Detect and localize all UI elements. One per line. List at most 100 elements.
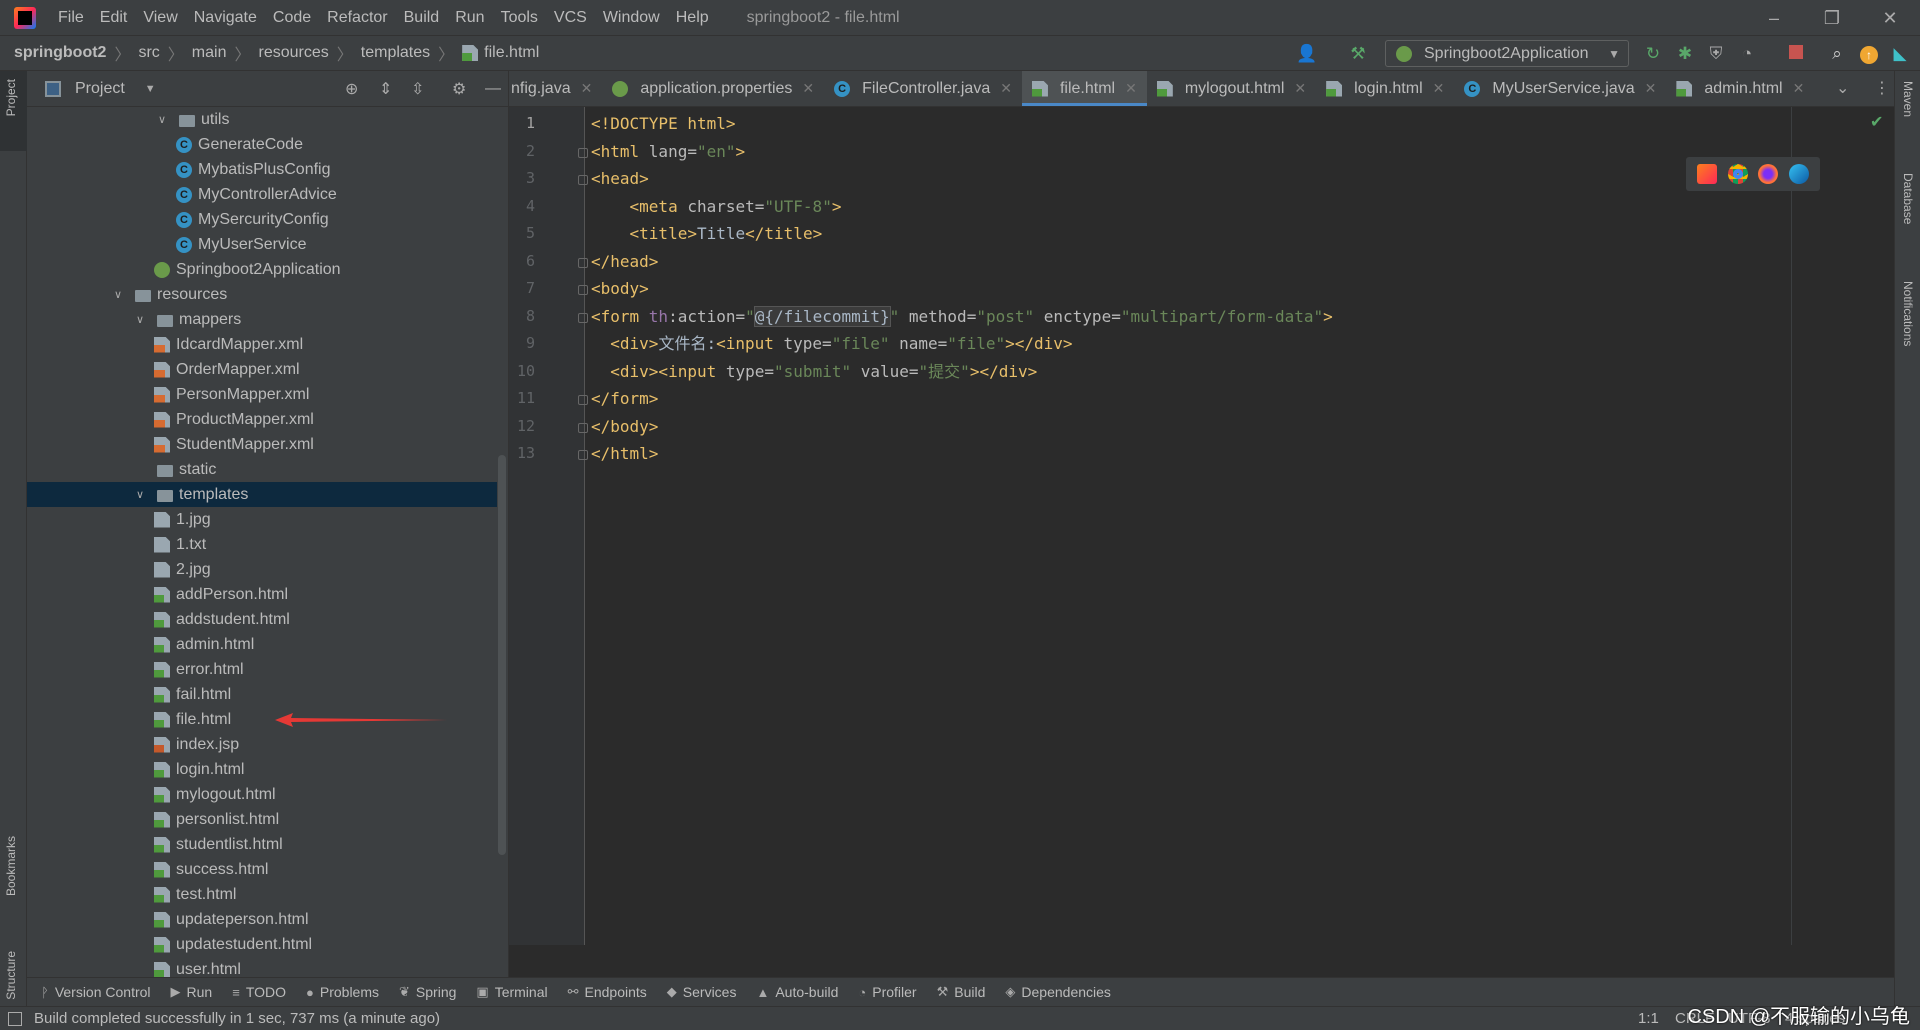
tree-item[interactable]: login.html <box>27 757 497 782</box>
close-tab-icon[interactable]: ✕ <box>1000 80 1012 97</box>
tree-item[interactable]: ∨ resources <box>27 282 497 307</box>
code-editor[interactable]: <!DOCTYPE html> <html lang="en"> <head> <m… <box>591 107 1791 945</box>
tree-item[interactable]: studentlist.html <box>27 832 497 857</box>
maven-tool-button[interactable]: Maven <box>1901 81 1915 117</box>
tree-item[interactable]: index.jsp <box>27 732 497 757</box>
tab-login-html[interactable]: login.html ✕ <box>1316 71 1454 106</box>
notifications-tool-button[interactable]: Notifications <box>1901 281 1915 346</box>
close-button[interactable]: ✕ <box>1861 0 1919 36</box>
breadcrumb-item[interactable]: templates <box>361 44 430 62</box>
close-tab-icon[interactable]: ✕ <box>581 80 593 97</box>
chevron-down-icon[interactable]: ∨ <box>110 287 126 303</box>
tool-todo[interactable]: ≡ TODO <box>232 984 286 1000</box>
tabs-overflow-chevron-icon[interactable]: ⌄ <box>1836 78 1849 98</box>
tree-item[interactable]: personlist.html <box>27 807 497 832</box>
tool-dependencies[interactable]: ◈ Dependencies <box>1005 984 1111 1000</box>
tree-item[interactable]: 2.jpg <box>27 557 497 582</box>
tool-problems[interactable]: ● Problems <box>306 984 379 1000</box>
tree-item[interactable]: C MyUserService <box>27 232 497 257</box>
gear-icon[interactable]: ⚙ <box>452 79 466 99</box>
menu-window[interactable]: Window <box>595 9 668 27</box>
user-icon[interactable]: 👤 <box>1296 44 1317 64</box>
close-tab-icon[interactable]: ✕ <box>1125 80 1137 97</box>
fold-marker-icon[interactable] <box>578 422 588 433</box>
close-tab-icon[interactable]: ✕ <box>802 80 814 97</box>
menu-file[interactable]: File <box>50 9 92 27</box>
fold-marker-icon[interactable] <box>578 257 588 268</box>
menu-edit[interactable]: Edit <box>92 9 136 27</box>
tool-auto-build[interactable]: ▲ Auto-build <box>756 984 838 1000</box>
tree-item[interactable]: StudentMapper.xml <box>27 432 497 457</box>
stop-icon[interactable] <box>1786 44 1806 64</box>
search-icon[interactable]: ⌕ <box>1827 44 1847 64</box>
breadcrumb-item[interactable]: file.html <box>484 44 539 62</box>
tab-filecontroller-java[interactable]: C FileController.java ✕ <box>824 71 1022 106</box>
fold-marker-icon[interactable] <box>578 175 588 185</box>
minimize-button[interactable]: – <box>1745 0 1803 36</box>
fold-marker-icon[interactable] <box>578 395 588 405</box>
caret-position[interactable]: 1:1 <box>1638 1010 1659 1027</box>
tree-item[interactable]: admin.html <box>27 632 497 657</box>
menu-build[interactable]: Build <box>396 9 448 27</box>
hide-icon[interactable]: — <box>485 80 501 98</box>
tab-file-html[interactable]: file.html ✕ <box>1021 71 1147 106</box>
bookmarks-tool-button[interactable]: Bookmarks <box>4 836 18 896</box>
expand-all-icon[interactable]: ⇕ <box>379 79 392 99</box>
chevron-down-icon[interactable]: ∨ <box>132 312 148 328</box>
tool-endpoints[interactable]: ⚯ Endpoints <box>568 984 647 1000</box>
firefox-icon[interactable] <box>1758 164 1779 184</box>
project-tool-button[interactable]: Project <box>4 79 18 116</box>
tool-version-control[interactable]: ᚹ Version Control <box>41 984 151 1000</box>
project-view-select[interactable]: Project <box>75 80 125 98</box>
tree-item[interactable]: static <box>27 457 497 482</box>
tab-admin-html[interactable]: admin.html ✕ <box>1666 71 1814 106</box>
tree-item[interactable]: 1.jpg <box>27 507 497 532</box>
breadcrumb-item[interactable]: resources <box>259 44 329 62</box>
menu-tools[interactable]: Tools <box>493 9 546 27</box>
fold-marker-icon[interactable] <box>578 450 588 460</box>
fold-marker-icon[interactable] <box>578 312 588 323</box>
tool-profiler[interactable]: ◔ Profiler <box>858 984 916 1000</box>
tree-item[interactable]: PersonMapper.xml <box>27 382 497 407</box>
menu-help[interactable]: Help <box>668 9 717 27</box>
tree-item[interactable]: ∨ utils <box>27 107 497 132</box>
close-tab-icon[interactable]: ✕ <box>1793 80 1805 97</box>
structure-tool-button[interactable]: Structure <box>4 951 18 1000</box>
tree-item[interactable]: addstudent.html <box>27 607 497 632</box>
tree-item[interactable]: C GenerateCode <box>27 132 497 157</box>
tree-item[interactable]: updatestudent.html <box>27 932 497 957</box>
tree-item[interactable]: addPerson.html <box>27 582 497 607</box>
intellij-browser-icon[interactable] <box>1697 164 1718 184</box>
update-icon[interactable]: ↑ <box>1859 44 1879 64</box>
profiler-run-icon[interactable]: ◔ <box>1737 44 1757 64</box>
menu-vcs[interactable]: VCS <box>546 9 595 27</box>
rerun-icon[interactable]: ↻ <box>1643 44 1663 64</box>
chevron-down-icon[interactable]: ∨ <box>132 487 148 503</box>
tree-item[interactable]: C MySercurityConfig <box>27 207 497 232</box>
tree-item[interactable]: test.html <box>27 882 497 907</box>
more-icon[interactable]: ⋮ <box>1874 78 1890 98</box>
debug-icon[interactable]: ✱ <box>1675 44 1695 64</box>
menu-navigate[interactable]: Navigate <box>186 9 265 27</box>
close-tab-icon[interactable]: ✕ <box>1433 80 1445 97</box>
tool-run[interactable]: ▶ Run <box>171 984 213 1000</box>
run-configuration-select[interactable]: Springboot2Application ▼ <box>1385 40 1629 67</box>
tree-item[interactable]: Springboot2Application <box>27 257 497 282</box>
tree-item[interactable]: ProductMapper.xml <box>27 407 497 432</box>
tree-item[interactable]: C MybatisPlusConfig <box>27 157 497 182</box>
tool-spring[interactable]: ❦ Spring <box>399 984 456 1000</box>
restore-button[interactable]: ❐ <box>1803 0 1861 36</box>
tree-item[interactable]: error.html <box>27 657 497 682</box>
locate-icon[interactable]: ⊕ <box>345 79 358 99</box>
tab-myuserservice-java[interactable]: C MyUserService.java ✕ <box>1454 71 1666 106</box>
chevron-down-icon[interactable]: ∨ <box>154 112 170 128</box>
status-toggle-icon[interactable] <box>8 1011 22 1026</box>
fold-marker-icon[interactable] <box>578 147 588 158</box>
tree-item[interactable]: ∨ mappers <box>27 307 497 332</box>
tree-item[interactable]: fail.html <box>27 682 497 707</box>
tree-item[interactable]: mylogout.html <box>27 782 497 807</box>
menu-run[interactable]: Run <box>447 9 492 27</box>
tree-item[interactable]: updateperson.html <box>27 907 497 932</box>
tree-item[interactable]: C MyControllerAdvice <box>27 182 497 207</box>
coverage-icon[interactable]: ⛨ <box>1706 44 1726 64</box>
